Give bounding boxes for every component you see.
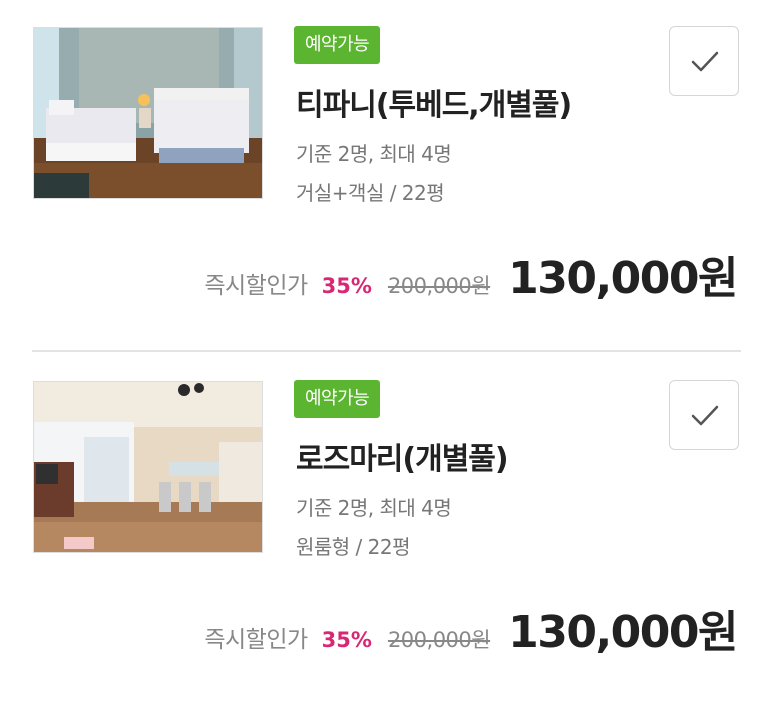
- availability-badge: 예약가능: [294, 26, 381, 64]
- check-icon: [691, 405, 719, 426]
- card-divider: [32, 350, 741, 352]
- discount-rate: 35%: [321, 274, 372, 298]
- room-type-size: 거실+객실 / 22평: [296, 181, 445, 205]
- original-price: 200,000원: [387, 628, 491, 652]
- original-price: 200,000원: [387, 274, 491, 298]
- room-type-size: 원룸형 / 22평: [296, 535, 411, 559]
- room-name[interactable]: 로즈마리(개별풀): [296, 434, 509, 478]
- select-room-button[interactable]: [669, 26, 739, 96]
- discount-label: 즉시할인가: [204, 627, 308, 653]
- check-icon: [691, 51, 719, 72]
- room-card[interactable]: 예약가능 티파니(투베드,개별풀) 기준 2명, 최대 4명 거실+객실 / 2…: [0, 0, 773, 352]
- final-price: 130,000원: [508, 607, 738, 658]
- room-photo[interactable]: [33, 381, 263, 553]
- price-row: 즉시할인가 35% 200,000원 130,000원: [204, 242, 738, 312]
- select-room-button[interactable]: [669, 380, 739, 450]
- discount-label: 즉시할인가: [204, 273, 308, 299]
- price-row: 즉시할인가 35% 200,000원 130,000원: [204, 596, 738, 666]
- room-list: 예약가능 티파니(투베드,개별풀) 기준 2명, 최대 4명 거실+객실 / 2…: [0, 0, 773, 704]
- room-capacity: 기준 2명, 최대 4명: [296, 496, 452, 520]
- availability-badge: 예약가능: [294, 380, 381, 418]
- room-name[interactable]: 티파니(투베드,개별풀): [296, 80, 572, 124]
- final-price: 130,000원: [508, 253, 738, 304]
- room-photo[interactable]: [33, 27, 263, 199]
- room-card[interactable]: 예약가능 로즈마리(개별풀) 기준 2명, 최대 4명 원룸형 / 22평 즉시…: [0, 354, 773, 704]
- discount-rate: 35%: [321, 628, 372, 652]
- room-capacity: 기준 2명, 최대 4명: [296, 142, 452, 166]
